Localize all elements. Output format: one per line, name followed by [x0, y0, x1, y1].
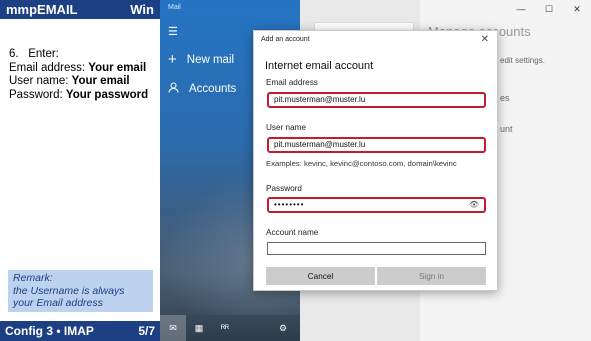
- settings-item-1[interactable]: es: [500, 93, 510, 103]
- accounts-label: Accounts: [189, 83, 237, 95]
- username-label: User name: [266, 123, 307, 132]
- step-username: User name: Your email: [9, 75, 148, 89]
- header-app-name: mmpEMAIL: [6, 2, 78, 17]
- accounts-button[interactable]: Accounts: [168, 82, 236, 96]
- people-icon[interactable]: ᴿᴿ: [212, 315, 238, 341]
- step-password-value: Your password: [65, 88, 149, 101]
- person-icon: [168, 82, 179, 96]
- password-field[interactable]: •••••••• 👁: [267, 197, 486, 213]
- dialog-heading: Internet email account: [265, 60, 374, 72]
- account-name-label: Account name: [266, 228, 319, 237]
- bottom-toolbar: ✉ ▦ ᴿᴿ ⚙: [160, 315, 300, 341]
- remark-line-2: your Email address: [13, 297, 103, 309]
- window-controls: — ☐ ✕: [507, 0, 591, 18]
- new-mail-label: New mail: [186, 53, 235, 66]
- minimize-icon[interactable]: —: [507, 0, 535, 18]
- step-email-value: Your email: [88, 61, 147, 74]
- instruction-header: mmpEMAIL Win: [0, 0, 160, 19]
- password-value: ••••••••: [274, 200, 305, 209]
- step-password-label: Password:: [9, 88, 66, 101]
- settings-item-2[interactable]: unt: [500, 124, 513, 134]
- step-title: Enter:: [28, 48, 59, 60]
- sign-in-button[interactable]: Sign in: [377, 267, 486, 285]
- footer-config: Config 3 • IMAP: [5, 324, 94, 338]
- email-label: Email address: [266, 78, 318, 87]
- account-name-field[interactable]: [267, 242, 486, 255]
- hamburger-menu-icon[interactable]: ☰: [168, 25, 178, 38]
- password-label: Password: [266, 184, 302, 193]
- reveal-password-eye-icon[interactable]: 👁: [469, 199, 479, 211]
- email-value: pit.musterman@muster.lu: [274, 95, 366, 104]
- username-value: pit.musterman@muster.lu: [274, 140, 366, 149]
- instruction-panel: mmpEMAIL Win 6. Enter: Email address: Yo…: [0, 0, 160, 341]
- instruction-footer: Config 3 • IMAP 5/7: [0, 321, 160, 341]
- add-account-dialog: Add an account ✕ Internet email account …: [253, 30, 498, 291]
- plus-icon: +: [168, 51, 177, 68]
- mail-icon[interactable]: ✉: [160, 315, 186, 341]
- step-heading: 6. Enter:: [9, 48, 148, 62]
- app-title: Mail: [168, 4, 181, 11]
- step-instructions: 6. Enter: Email address: Your email User…: [9, 48, 148, 102]
- remark-box: Remark: the Username is always your Emai…: [8, 270, 153, 312]
- remark-line-1: the Username is always: [13, 284, 125, 297]
- email-field[interactable]: pit.musterman@muster.lu: [267, 92, 486, 108]
- settings-gear-icon[interactable]: ⚙: [270, 315, 296, 341]
- dialog-title: Add an account: [261, 36, 310, 43]
- step-username-label: User name:: [9, 75, 72, 87]
- step-email: Email address: Your email: [9, 62, 148, 76]
- remark-title: Remark:: [13, 272, 53, 284]
- username-examples: Examples: kevinc, kevinc@contoso.com, do…: [266, 159, 457, 168]
- step-email-label: Email address:: [9, 61, 89, 74]
- maximize-icon[interactable]: ☐: [535, 0, 563, 18]
- calendar-icon[interactable]: ▦: [186, 315, 212, 341]
- close-icon[interactable]: ✕: [481, 34, 489, 45]
- close-window-icon[interactable]: ✕: [563, 0, 591, 18]
- cancel-button[interactable]: Cancel: [266, 267, 375, 285]
- header-platform: Win: [130, 2, 154, 17]
- step-number: 6.: [9, 48, 19, 60]
- settings-hint-text: edit settings.: [500, 56, 545, 65]
- step-username-value: Your email: [71, 75, 130, 87]
- username-field[interactable]: pit.musterman@muster.lu: [267, 137, 486, 153]
- footer-page: 5/7: [138, 324, 155, 338]
- new-mail-button[interactable]: + New mail: [168, 51, 234, 68]
- screen: mmpEMAIL Win 6. Enter: Email address: Yo…: [0, 0, 591, 341]
- step-password: Password: Your password: [9, 89, 148, 103]
